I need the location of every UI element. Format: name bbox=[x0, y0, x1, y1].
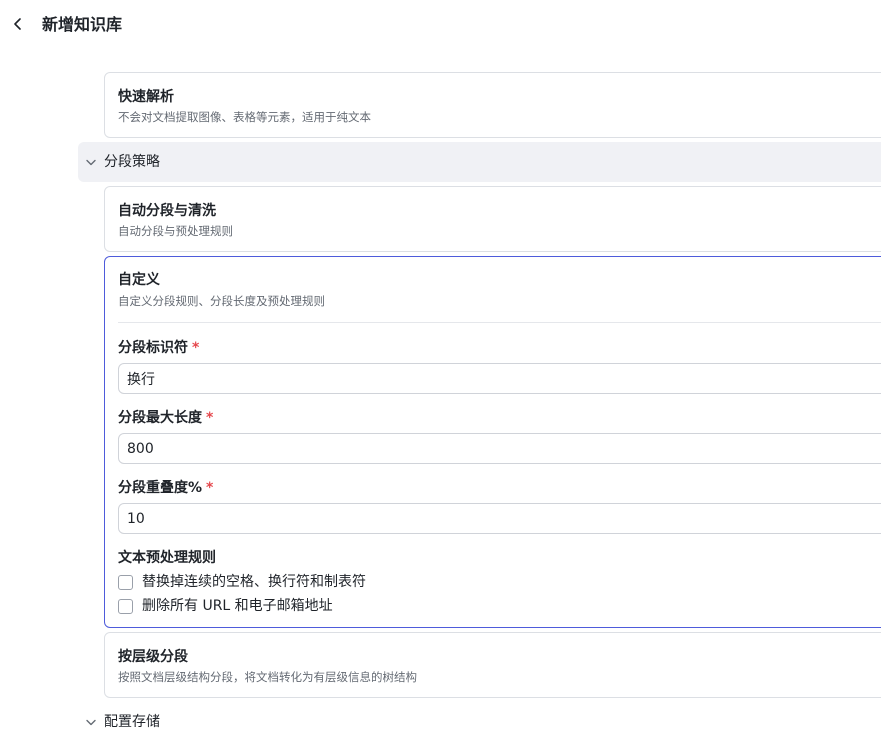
option-desc: 自定义分段规则、分段长度及预处理规则 bbox=[118, 294, 325, 308]
identifier-select[interactable]: 换行 bbox=[118, 363, 881, 394]
page-title: 新增知识库 bbox=[42, 15, 123, 34]
section-label: 配置存储 bbox=[104, 714, 160, 730]
overlap-value: 10 bbox=[127, 510, 145, 527]
divider bbox=[118, 322, 881, 323]
option-title: 自动分段与清洗 bbox=[118, 203, 216, 219]
checkbox[interactable] bbox=[118, 598, 133, 614]
parse-option-quick[interactable]: 快速解析 不会对文档提取图像、表格等元素，适用于纯文本 bbox=[104, 72, 881, 138]
checkbox[interactable] bbox=[118, 574, 133, 590]
section-label: 分段策略 bbox=[104, 154, 160, 170]
option-desc: 自动分段与预处理规则 bbox=[118, 224, 233, 238]
option-desc: 不会对文档提取图像、表格等元素，适用于纯文本 bbox=[118, 110, 371, 124]
rule-remove-urls[interactable]: 删除所有 URL 和电子邮箱地址 bbox=[118, 597, 333, 615]
option-title: 自定义 bbox=[118, 272, 160, 288]
identifier-label-text: 分段标识符 bbox=[118, 340, 188, 356]
max-length-input[interactable]: 800 bbox=[118, 433, 881, 464]
rule-replace-whitespace[interactable]: 替换掉连续的空格、换行符和制表符 bbox=[118, 573, 366, 591]
rule-label: 替换掉连续的空格、换行符和制表符 bbox=[142, 574, 366, 590]
option-desc: 按照文档层级结构分段，将文档转化为有层级信息的树结构 bbox=[118, 670, 417, 684]
segment-option-custom[interactable]: 自定义 自定义分段规则、分段长度及预处理规则 分段标识符 * 换行 分段最大长度 *… bbox=[104, 256, 881, 628]
section-header-storage[interactable]: 配置存储 bbox=[78, 702, 881, 739]
chevron-left-icon bbox=[14, 18, 21, 30]
option-title: 快速解析 bbox=[118, 89, 174, 105]
required-mark: * bbox=[206, 410, 214, 426]
overlap-label-text: 分段重叠度% bbox=[118, 480, 203, 496]
preprocess-label: 文本预处理规则 bbox=[118, 550, 216, 566]
option-title: 按层级分段 bbox=[118, 649, 188, 665]
max-length-label-text: 分段最大长度 bbox=[118, 410, 202, 426]
required-mark: * bbox=[192, 340, 200, 356]
max-length-value: 800 bbox=[127, 440, 154, 457]
chevron-down-icon bbox=[80, 159, 102, 166]
segment-option-auto[interactable]: 自动分段与清洗 自动分段与预处理规则 bbox=[104, 186, 881, 252]
segment-option-hierarchical[interactable]: 按层级分段 按照文档层级结构分段，将文档转化为有层级信息的树结构 bbox=[104, 632, 881, 698]
back-button[interactable] bbox=[8, 13, 28, 35]
overlap-label: 分段重叠度% * bbox=[118, 479, 213, 497]
chevron-down-icon bbox=[80, 719, 102, 726]
rule-label: 删除所有 URL 和电子邮箱地址 bbox=[142, 598, 333, 614]
page-header: 新增知识库 bbox=[0, 0, 881, 50]
identifier-value: 换行 bbox=[127, 371, 155, 388]
section-header-segment[interactable]: 分段策略 bbox=[78, 142, 881, 182]
max-length-label: 分段最大长度 * bbox=[118, 409, 213, 427]
required-mark: * bbox=[206, 480, 214, 496]
identifier-label: 分段标识符 * bbox=[118, 339, 199, 357]
overlap-input[interactable]: 10 bbox=[118, 503, 881, 534]
